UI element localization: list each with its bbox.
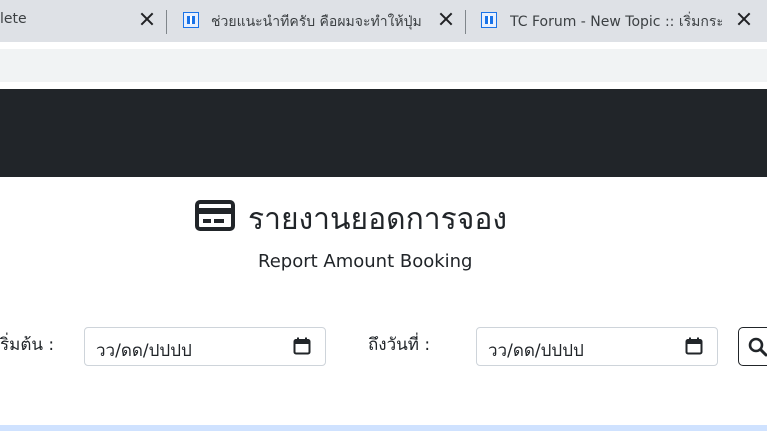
search-button[interactable] [738, 327, 767, 366]
page-subtitle: Report Amount Booking [258, 251, 473, 272]
calendar-icon[interactable] [685, 337, 703, 355]
tab-title: ช่วยแนะนำทีครับ คือผมจะทำให้ปุ่มสถาน [211, 14, 421, 30]
browser-tab-strip: lete ช่วยแนะนำทีครับ คือผมจะทำให้ปุ่มสถา… [0, 0, 767, 42]
end-date-input[interactable]: วว/ดด/ปปปป [476, 327, 718, 366]
start-date-value: วว/ดด/ปปปป [96, 341, 192, 361]
tab-3[interactable]: TC Forum - New Topic :: เริ่มกระทู้ใ [466, 0, 767, 42]
close-icon[interactable] [140, 12, 154, 26]
start-date-input[interactable]: วว/ดด/ปปปป [84, 327, 326, 366]
tab-title: TC Forum - New Topic :: เริ่มกระทู้ใ [510, 14, 722, 30]
address-bar[interactable] [0, 49, 767, 82]
credit-card-icon [195, 200, 235, 231]
favicon-icon [183, 12, 199, 28]
browser-toolbar [0, 42, 767, 49]
site-navbar [0, 89, 767, 177]
end-date-label: ถึงวันที่ : [368, 335, 431, 355]
close-icon[interactable] [737, 12, 751, 26]
start-date-label: ริ่มต้น : [0, 335, 55, 355]
favicon-icon [481, 12, 497, 28]
tab-1[interactable]: lete [0, 0, 166, 42]
calendar-icon[interactable] [293, 337, 311, 355]
close-icon[interactable] [439, 12, 453, 26]
tab-title: lete [0, 11, 27, 27]
tab-2[interactable]: ช่วยแนะนำทีครับ คือผมจะทำให้ปุ่มสถาน [167, 0, 465, 42]
end-date-value: วว/ดด/ปปปป [488, 341, 584, 361]
page-title: รายงานยอดการจอง [248, 202, 507, 237]
toolbar-spacer [0, 82, 767, 89]
search-icon [748, 337, 767, 357]
content-panel-top [0, 425, 767, 431]
